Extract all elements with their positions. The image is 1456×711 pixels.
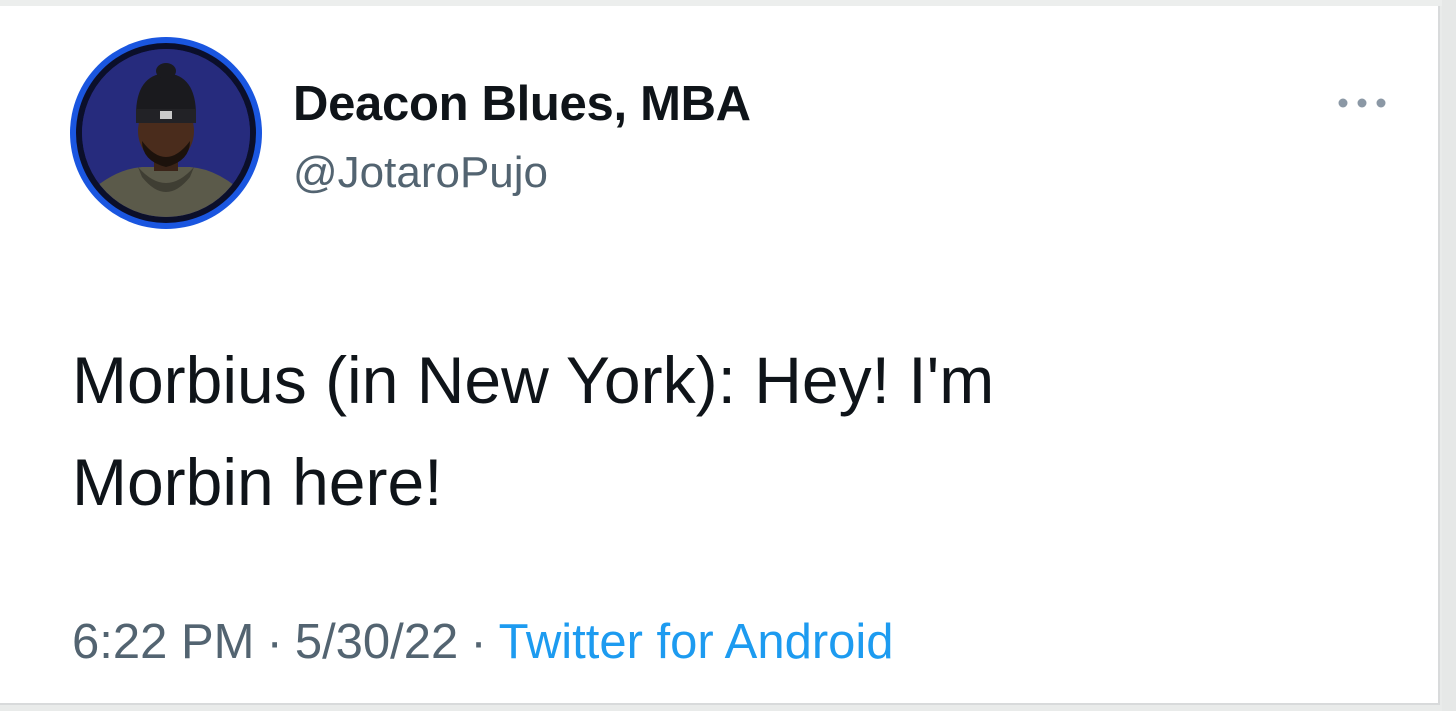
- avatar[interactable]: [70, 37, 262, 229]
- avatar-photo: [82, 49, 250, 217]
- more-horizontal-icon: [1338, 98, 1386, 108]
- meta-separator: ·: [470, 615, 487, 669]
- meta-separator: ·: [266, 615, 283, 669]
- tweet-time[interactable]: 6:22 PM: [72, 615, 254, 669]
- user-handle[interactable]: @JotaroPujo: [293, 148, 548, 198]
- tweet-text: Morbius (in New York): Hey! I'm Morbin h…: [72, 343, 995, 519]
- tweet-card: Deacon Blues, MBA @JotaroPujo Morbius (i…: [0, 6, 1440, 705]
- display-name[interactable]: Deacon Blues, MBA: [293, 76, 751, 132]
- background-strip-right: [1442, 0, 1456, 711]
- tweet-date[interactable]: 5/30/22: [295, 615, 459, 669]
- tweet-metadata: 6:22 PM · 5/30/22 · Twitter for Android: [72, 614, 894, 670]
- more-options-button[interactable]: [1334, 92, 1390, 114]
- tweet-source-link[interactable]: Twitter for Android: [499, 615, 894, 669]
